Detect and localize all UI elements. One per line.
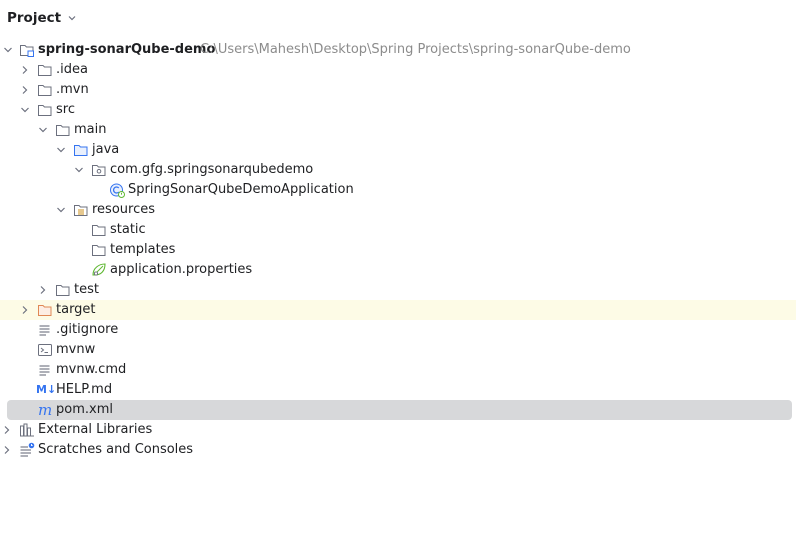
folder-icon — [38, 105, 52, 116]
tree-item-label: target — [56, 302, 96, 317]
tree-item-label: .idea — [56, 62, 88, 77]
folder-icon — [92, 225, 106, 236]
tree-item-resources[interactable]: resources — [0, 200, 796, 220]
tree-item-label: pom.xml — [56, 402, 113, 417]
source-folder-icon — [74, 145, 88, 156]
tree-item-label: .gitignore — [56, 322, 119, 337]
tree-item-mvnw-cmd[interactable]: mvnw.cmd — [0, 360, 796, 380]
chevron-down-icon[interactable] — [56, 145, 66, 155]
tree-item-target[interactable]: target — [0, 300, 796, 320]
tree-item-src[interactable]: src — [0, 100, 796, 120]
project-module-folder-icon — [20, 45, 34, 57]
tree-item-app-class[interactable]: SpringSonarQubeDemoApplication — [0, 180, 796, 200]
tree-item-main[interactable]: main — [0, 120, 796, 140]
excluded-folder-icon — [38, 305, 52, 316]
tree-item-static[interactable]: static — [0, 220, 796, 240]
chevron-right-icon[interactable] — [2, 425, 12, 435]
tree-item-gitignore[interactable]: .gitignore — [0, 320, 796, 340]
folder-icon — [92, 245, 106, 256]
chevron-down-icon[interactable] — [67, 13, 77, 23]
tree-item-mvn[interactable]: .mvn — [0, 80, 796, 100]
tree-item-label: templates — [110, 242, 176, 257]
chevron-down-icon[interactable] — [74, 165, 84, 175]
chevron-down-icon[interactable] — [20, 105, 30, 115]
chevron-right-icon[interactable] — [20, 305, 30, 315]
tree-item-idea[interactable]: .idea — [0, 60, 796, 80]
spring-properties-icon — [92, 263, 106, 276]
tree-item-app-properties[interactable]: application.properties — [0, 260, 796, 280]
tree-item-test[interactable]: test — [0, 280, 796, 300]
maven-icon: m — [38, 401, 53, 419]
tree-item-label: Scratches and Consoles — [38, 442, 194, 457]
tree-item-pom-xml[interactable]: m pom.xml — [7, 400, 792, 420]
tree-item-label: HELP.md — [56, 382, 113, 397]
chevron-right-icon[interactable] — [20, 85, 30, 95]
tree-item-help-md[interactable]: M↓ HELP.md — [0, 380, 796, 400]
tree-item-label: static — [110, 222, 146, 237]
tree-item-project-root[interactable]: spring-sonarQube-demo C:\Users\Mahesh\De… — [0, 40, 796, 60]
scratches-icon — [20, 442, 35, 457]
tree-item-scratches[interactable]: Scratches and Consoles — [0, 440, 796, 460]
tree-item-label: src — [56, 102, 75, 117]
folder-icon — [38, 85, 52, 96]
text-file-icon — [39, 325, 50, 336]
project-root-path: C:\Users\Mahesh\Desktop\Spring Projects\… — [200, 42, 631, 57]
chevron-right-icon[interactable] — [20, 65, 30, 75]
chevron-down-icon[interactable] — [56, 205, 66, 215]
chevron-right-icon[interactable] — [2, 445, 12, 455]
chevron-right-icon[interactable] — [38, 285, 48, 295]
tree-item-label: External Libraries — [38, 422, 153, 437]
chevron-down-icon[interactable] — [3, 45, 13, 55]
tree-item-label: resources — [92, 202, 156, 217]
text-file-icon — [39, 365, 50, 376]
tree-item-label: java — [92, 142, 120, 157]
tree-item-label: mvnw.cmd — [56, 362, 127, 377]
project-tool-window-header: Project — [0, 0, 796, 36]
markdown-icon: M↓ — [36, 383, 57, 396]
package-icon — [92, 165, 106, 176]
libraries-icon — [20, 423, 34, 437]
tree-item-label: application.properties — [110, 262, 253, 277]
tree-item-mvnw[interactable]: mvnw — [0, 340, 796, 360]
tree-item-external-libraries[interactable]: External Libraries — [0, 420, 796, 440]
tree-item-package[interactable]: com.gfg.springsonarqubedemo — [0, 160, 796, 180]
panel-title[interactable]: Project — [7, 10, 61, 26]
tree-item-label: mvnw — [56, 342, 96, 357]
resources-folder-icon — [74, 205, 88, 216]
terminal-script-icon — [38, 344, 52, 356]
tree-item-label: main — [74, 122, 107, 137]
tree-item-label: com.gfg.springsonarqubedemo — [110, 162, 314, 177]
folder-icon — [38, 65, 52, 76]
tree-item-templates[interactable]: templates — [0, 240, 796, 260]
tree-item-label: .mvn — [56, 82, 89, 97]
chevron-down-icon[interactable] — [38, 125, 48, 135]
tree-item-java[interactable]: java — [0, 140, 796, 160]
tree-item-label: test — [74, 282, 99, 297]
spring-boot-class-icon — [110, 183, 125, 198]
project-root-label: spring-sonarQube-demo — [38, 42, 216, 57]
tree-item-label: SpringSonarQubeDemoApplication — [128, 182, 354, 197]
folder-icon — [56, 125, 70, 136]
folder-icon — [56, 285, 70, 296]
